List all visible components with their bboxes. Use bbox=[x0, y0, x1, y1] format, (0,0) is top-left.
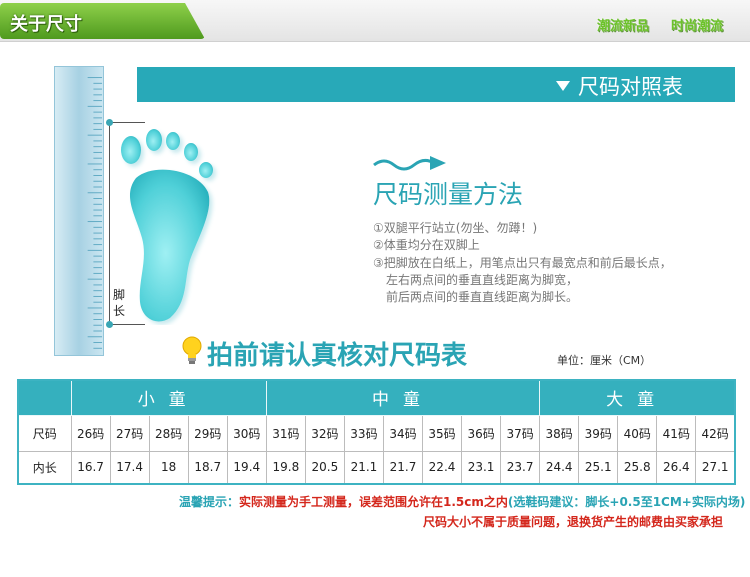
foot-length-line bbox=[109, 122, 110, 325]
method-step: ①双腿平行站立(勿坐、勿蹲！) bbox=[373, 221, 538, 235]
size-cell: 32码 bbox=[304, 414, 345, 452]
size-table: 小童 中童 大童 尺码 26码 27码 28码 29码 30码 31码 32码 33码 34码 3… bbox=[17, 379, 736, 485]
row-label-size: 尺码 bbox=[17, 414, 72, 452]
note-tip: (选鞋码建议：脚长+0.5至1CM+实际内场) bbox=[507, 495, 746, 509]
ruler-ticks bbox=[87, 77, 103, 349]
size-cell: 28码 bbox=[148, 414, 189, 452]
header-slogan: 潮流新品 bbox=[597, 19, 650, 34]
length-cell: 20.5 bbox=[304, 450, 345, 485]
unit-note: 单位：厘米（CM） bbox=[557, 354, 652, 367]
length-cell: 27.1 bbox=[695, 450, 736, 485]
header-slogan: 时尚潮流 bbox=[671, 19, 724, 34]
length-cell: 16.7 bbox=[70, 450, 111, 485]
note-line-1: 温馨提示：实际测量为手工测量，误差范围允许在1.5cm之内(选鞋码建议：脚长+0… bbox=[179, 493, 745, 510]
method-title: 尺码测量方法 bbox=[373, 180, 524, 209]
size-cell: 41码 bbox=[656, 414, 697, 452]
length-cell: 19.8 bbox=[265, 450, 306, 485]
length-cell: 22.4 bbox=[422, 450, 463, 485]
size-cell: 29码 bbox=[187, 414, 228, 452]
size-cell: 42码 bbox=[695, 414, 736, 452]
length-cell: 21.1 bbox=[343, 450, 384, 485]
note-line-2: 尺码大小不属于质量问题，退换货产生的邮费由买家承担 bbox=[423, 515, 724, 529]
table-group-row: 小童 中童 大童 bbox=[17, 379, 736, 416]
length-cell: 19.4 bbox=[226, 450, 267, 485]
size-cell: 27码 bbox=[109, 414, 150, 452]
measure-dot-bottom bbox=[106, 321, 113, 328]
note-body: 实际测量为手工测量，误差范围允许在1.5cm之内 bbox=[239, 495, 508, 509]
size-cell: 40码 bbox=[617, 414, 658, 452]
group-header-middle: 中童 bbox=[265, 379, 541, 416]
table-row-length: 内长 16.7 17.4 18 18.7 19.4 19.8 20.5 21.1 21.7 22.… bbox=[17, 450, 736, 485]
confirm-title: 拍前请认真核对尺码表 bbox=[207, 341, 468, 371]
header-title: 关于尺寸 bbox=[10, 14, 82, 35]
length-cell: 17.4 bbox=[109, 450, 150, 485]
note-prefix: 温馨提示： bbox=[179, 495, 240, 509]
measure-dot-top bbox=[106, 119, 113, 126]
method-step: ②体重均分在双脚上 bbox=[373, 238, 480, 252]
size-cell: 31码 bbox=[265, 414, 306, 452]
size-cell: 39码 bbox=[578, 414, 619, 452]
size-cell: 35码 bbox=[422, 414, 463, 452]
size-cell: 37码 bbox=[500, 414, 541, 452]
length-cell: 23.7 bbox=[500, 450, 541, 485]
method-step: ③把脚放在白纸上，用笔点出只有最宽点和前后最长点， bbox=[373, 256, 672, 270]
group-header-small: 小童 bbox=[70, 379, 267, 416]
length-cell: 21.7 bbox=[382, 450, 424, 485]
table-row-size: 尺码 26码 27码 28码 29码 30码 31码 32码 33码 34码 35码 36码 37码 3… bbox=[17, 414, 736, 452]
foot-icon bbox=[121, 129, 213, 322]
length-cell: 23.1 bbox=[461, 450, 502, 485]
header-tab: 关于尺寸 bbox=[0, 3, 205, 39]
row-label-length: 内长 bbox=[17, 450, 72, 485]
method-step: 左右两点间的垂直直线距离为脚宽， bbox=[386, 273, 579, 287]
size-cell: 38码 bbox=[539, 414, 580, 452]
length-cell: 24.4 bbox=[539, 450, 580, 485]
length-cell: 18 bbox=[148, 450, 189, 485]
header-bar: 关于尺寸 潮流新品 时尚潮流 bbox=[0, 0, 750, 42]
length-cell: 18.7 bbox=[187, 450, 228, 485]
wave-arrow-icon bbox=[373, 156, 446, 171]
triangle-down-icon bbox=[556, 81, 570, 91]
length-cell: 25.1 bbox=[578, 450, 619, 485]
group-header-big: 大童 bbox=[539, 379, 736, 416]
size-cell: 36码 bbox=[461, 414, 502, 452]
method-step: 前后两点间的垂直直线距离为脚长。 bbox=[386, 290, 579, 304]
table-corner-cell bbox=[17, 379, 72, 416]
size-chart-banner-title: 尺码对照表 bbox=[578, 75, 683, 99]
size-cell: 33码 bbox=[343, 414, 384, 452]
size-cell: 30码 bbox=[226, 414, 267, 452]
size-cell: 26码 bbox=[70, 414, 111, 452]
length-cell: 25.8 bbox=[617, 450, 658, 485]
ruler-graphic bbox=[54, 66, 104, 356]
size-cell: 34码 bbox=[382, 414, 424, 452]
length-cell: 26.4 bbox=[656, 450, 697, 485]
lightbulb-icon bbox=[182, 336, 202, 364]
